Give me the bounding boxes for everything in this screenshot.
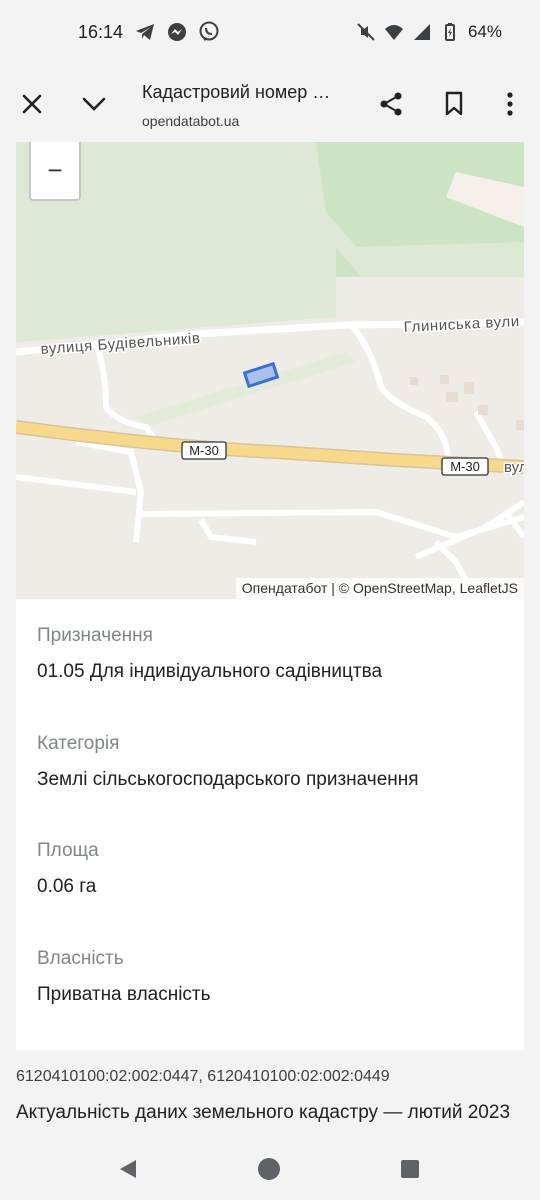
- more-vert-icon: [507, 92, 513, 116]
- signal-icon: [412, 22, 432, 42]
- map-tiles: вулиця Будівельників Глиниська вули вул …: [16, 142, 524, 599]
- attribution-separator: | ©: [327, 580, 353, 596]
- system-nav-bar: [0, 1136, 540, 1200]
- browser-toolbar: Кадастровий номер … opendatabot.ua: [0, 68, 540, 143]
- attribution-provider-link[interactable]: Опендатабот: [242, 580, 328, 596]
- wifi-icon: [384, 22, 404, 42]
- page-title: Кадастровий номер …: [142, 82, 331, 102]
- ownership-field: Власність Приватна власність: [37, 948, 211, 1006]
- status-system-icons: 64%: [356, 22, 502, 42]
- attribution-comma: ,: [451, 580, 460, 596]
- status-bar: 16:14 64%: [0, 0, 540, 68]
- collapse-button[interactable]: [72, 82, 116, 126]
- purpose-value: 01.05 Для індивідуального садівництва: [37, 661, 383, 682]
- page-content[interactable]: вулиця Будівельників Глиниська вули вул …: [0, 142, 540, 1140]
- map-view[interactable]: вулиця Будівельників Глиниська вули вул …: [16, 142, 524, 599]
- svg-text:М-30: М-30: [189, 443, 219, 458]
- ownership-value: Приватна власність: [37, 984, 211, 1005]
- nav-home-button[interactable]: [254, 1154, 284, 1184]
- area-label: Площа: [37, 840, 99, 861]
- parcel-details-card: Призначення 01.05 Для індивідуального са…: [16, 599, 524, 1050]
- category-label: Категорія: [37, 733, 120, 754]
- viber-icon: [198, 21, 220, 43]
- share-button[interactable]: [369, 82, 413, 126]
- ownership-label: Власність: [37, 948, 124, 969]
- close-button[interactable]: [10, 82, 54, 126]
- back-triangle-icon: [120, 1160, 136, 1178]
- telegram-icon: [134, 21, 156, 43]
- area-field: Площа 0.06 га: [37, 840, 99, 898]
- recents-square-icon: [401, 1160, 419, 1178]
- purpose-label: Призначення: [37, 625, 153, 646]
- chevron-down-icon: [82, 97, 106, 111]
- bookmark-button[interactable]: [432, 82, 476, 126]
- share-icon: [380, 92, 402, 116]
- category-field: Категорія Землі сільськогосподарського п…: [37, 733, 419, 791]
- messenger-icon: [166, 21, 188, 43]
- page-url: opendatabot.ua: [142, 113, 240, 129]
- status-time: 16:14: [78, 22, 124, 42]
- street-label-vul: вул: [504, 459, 524, 476]
- battery-percent: 64%: [467, 22, 502, 41]
- data-freshness-note: Актуальність даних земельного кадастру —…: [16, 1102, 511, 1140]
- purpose-field: Призначення 01.05 Для індивідуального са…: [37, 625, 382, 683]
- battery-icon: [440, 22, 460, 42]
- svg-text:М-30: М-30: [450, 459, 480, 474]
- attribution-leaflet-link[interactable]: LeafletJS: [460, 580, 518, 596]
- bookmark-icon: [445, 91, 463, 116]
- nav-back-button[interactable]: [113, 1154, 143, 1184]
- nav-recents-button[interactable]: [395, 1154, 425, 1184]
- cadastral-ids: 6120410100:02:002:0447, 6120410100:02:00…: [16, 1068, 390, 1085]
- more-menu-button[interactable]: [488, 82, 532, 126]
- status-app-icons: [134, 21, 220, 43]
- mute-icon: [356, 22, 376, 42]
- map-attribution: Опендатабот | © OpenStreetMap, LeafletJS: [235, 578, 524, 599]
- area-value: 0.06 га: [37, 876, 97, 897]
- attribution-osm-link[interactable]: OpenStreetMap: [353, 580, 452, 596]
- close-icon: [22, 94, 42, 114]
- category-value: Землі сільськогосподарського призначення: [37, 769, 419, 790]
- home-circle-icon: [258, 1158, 280, 1180]
- zoom-out-button[interactable]: −: [29, 142, 81, 201]
